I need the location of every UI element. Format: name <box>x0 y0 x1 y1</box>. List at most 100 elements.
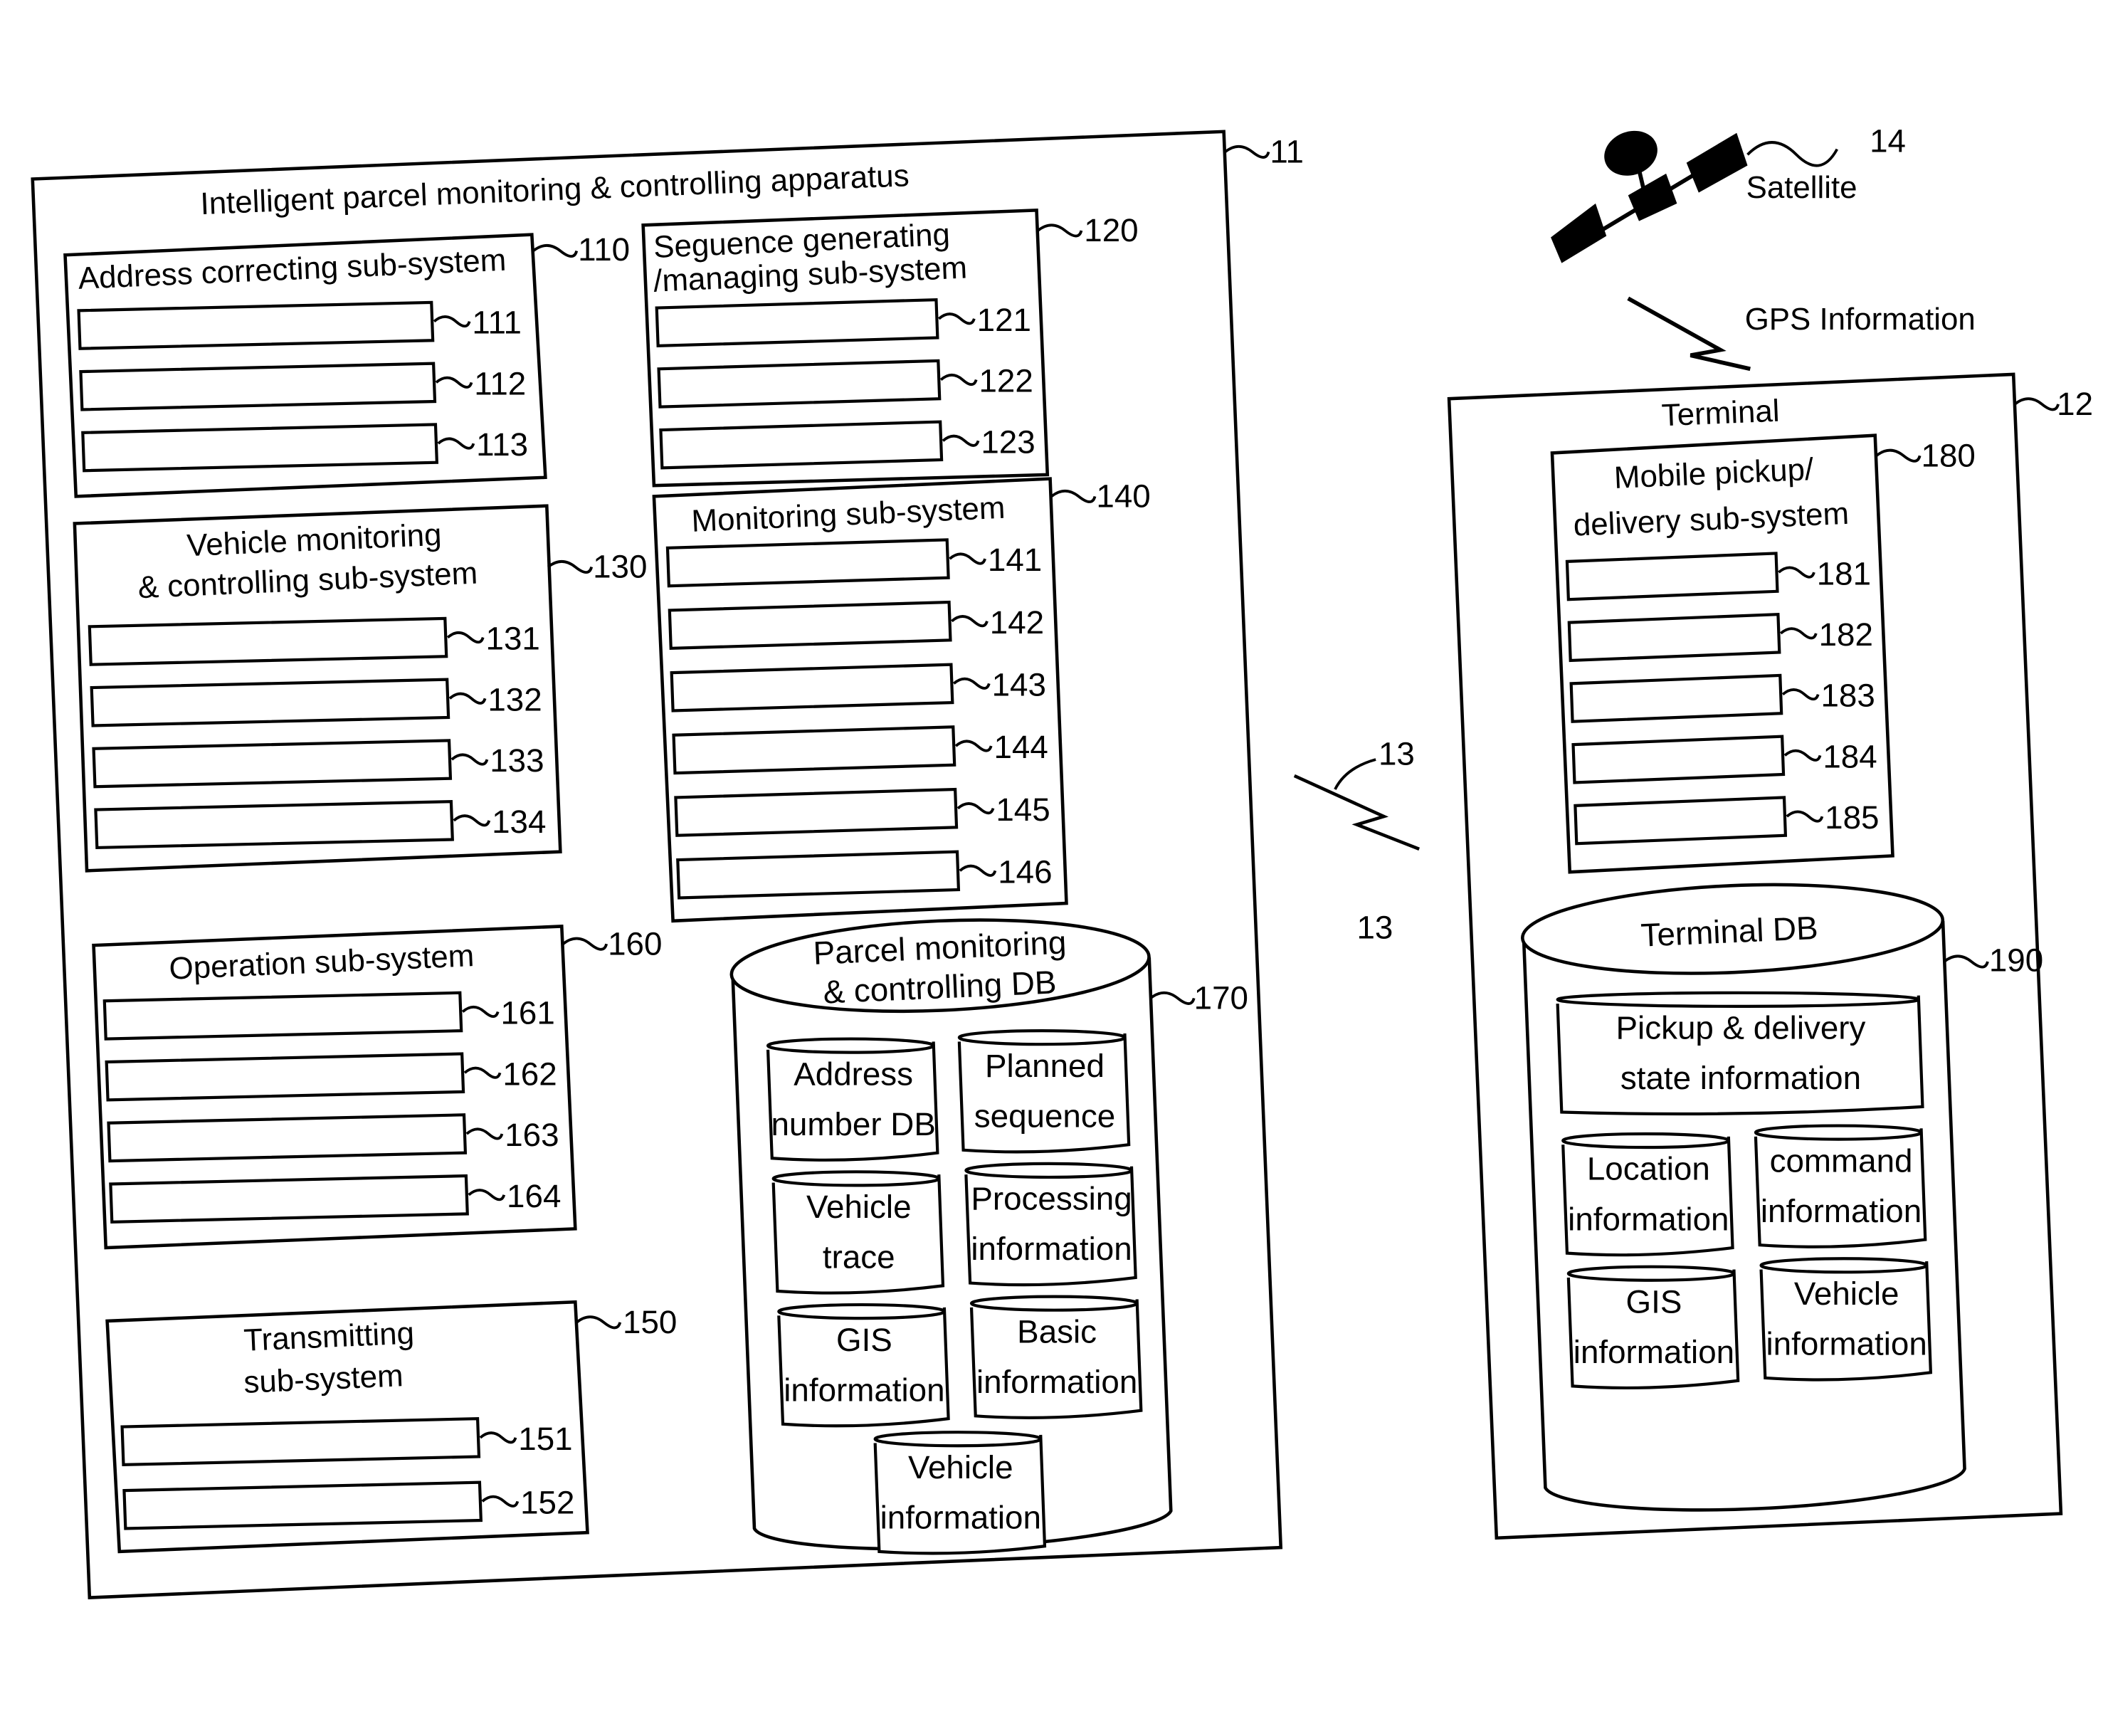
store-label: Basic <box>1017 1313 1097 1350</box>
subsystem-title-line2: sub-system <box>243 1358 404 1400</box>
module-box <box>1574 796 1788 846</box>
module-box <box>105 1052 465 1102</box>
ref-number: 120 <box>1084 212 1138 248</box>
link-label: 13 <box>1356 910 1393 946</box>
store-label: Address <box>794 1056 913 1092</box>
module-ref: 183 <box>1820 678 1875 714</box>
module-box <box>665 538 950 588</box>
store-top <box>1754 1124 1923 1141</box>
ref-number: 11 <box>1270 134 1303 170</box>
module-ref: 111 <box>472 305 522 341</box>
satellite-ref: 14 <box>1870 122 1906 159</box>
store-top <box>1566 1265 1736 1282</box>
store-label: information <box>1574 1334 1734 1370</box>
module-ref: 123 <box>981 424 1035 460</box>
ref-number: 130 <box>593 549 647 585</box>
data-store: GIS information <box>1566 1265 1740 1390</box>
leader-line <box>1224 144 1270 159</box>
module-ref: 162 <box>502 1056 557 1092</box>
data-store: GIS information <box>777 1303 950 1428</box>
module-ref: 164 <box>507 1178 561 1214</box>
store-label: sequence <box>974 1098 1115 1134</box>
terminal: Terminal 12 Mobile pickup/ delivery sub-… <box>1447 372 2093 1540</box>
store-label: number DB <box>771 1106 935 1142</box>
module-ref: 131 <box>486 621 540 657</box>
module-box <box>79 362 437 411</box>
store-label: Planned <box>985 1048 1105 1084</box>
module-ref: 113 <box>476 426 528 463</box>
store-top <box>1561 1132 1730 1150</box>
gps-label: GPS Information <box>1745 302 1976 337</box>
store-label: command <box>1770 1142 1913 1179</box>
module-ref: 145 <box>996 791 1050 828</box>
satellite: 14 Satellite GPS Information <box>1551 122 1976 372</box>
store-label: information <box>880 1499 1041 1535</box>
module-ref: 121 <box>977 302 1031 338</box>
module-box <box>102 991 463 1041</box>
terminal-title: Terminal <box>1661 394 1781 433</box>
store-top <box>1759 1257 1929 1274</box>
store-label: information <box>1568 1201 1729 1237</box>
data-store: Vehicle information <box>1759 1257 1933 1382</box>
module-box <box>120 1416 481 1467</box>
module-box <box>107 1113 468 1163</box>
gps-signal-icon <box>1627 296 1751 372</box>
data-store: Address number DB <box>766 1037 939 1162</box>
module-ref: 144 <box>993 729 1048 765</box>
db-title: Terminal DB <box>1640 910 1818 954</box>
ref-number: 170 <box>1194 980 1248 1016</box>
satellite-label: Satellite <box>1746 170 1857 205</box>
module-box <box>674 787 959 837</box>
store-top <box>969 1295 1139 1312</box>
store-label: information <box>1766 1326 1927 1362</box>
ref-number: 110 <box>578 231 630 268</box>
store-top <box>957 1029 1127 1046</box>
module-ref: 185 <box>1825 799 1879 836</box>
module-box <box>676 850 961 900</box>
leader-line <box>1334 758 1376 790</box>
module-box <box>1565 552 1779 601</box>
store-label: Processing <box>971 1181 1132 1217</box>
ref-number: 12 <box>2057 386 2093 422</box>
module-box <box>90 678 450 727</box>
data-store: Planned sequence <box>957 1029 1131 1154</box>
store-top <box>766 1037 935 1054</box>
store-top <box>873 1431 1043 1448</box>
data-store: Vehicle trace <box>771 1170 945 1295</box>
module-box <box>109 1174 469 1224</box>
module-box <box>92 739 453 789</box>
module-ref: 133 <box>490 742 544 779</box>
module-ref: 146 <box>998 853 1052 890</box>
module-box <box>88 616 448 666</box>
module-ref: 112 <box>474 366 526 402</box>
data-store: Basic information <box>969 1295 1143 1419</box>
module-ref: 151 <box>518 1421 572 1457</box>
module-ref: 181 <box>1817 555 1871 591</box>
store-label: GIS <box>836 1322 892 1358</box>
store-top <box>964 1162 1134 1179</box>
store-label: information <box>971 1231 1132 1267</box>
module-box <box>655 298 939 348</box>
store-label: GIS <box>1626 1284 1682 1320</box>
module-box <box>657 359 942 409</box>
satellite-icon <box>1551 130 1748 263</box>
subsystem-title-line1: Transmitting <box>243 1315 414 1357</box>
module-ref: 132 <box>487 681 542 717</box>
module-ref: 134 <box>492 804 546 840</box>
module-ref: 122 <box>979 363 1033 399</box>
wireless-link: 13 13 <box>1293 736 1420 946</box>
store-label: Pickup & delivery <box>1616 1010 1866 1046</box>
store-label: information <box>976 1364 1137 1400</box>
module-box <box>672 725 956 775</box>
system-diagram: Intelligent parcel monitoring & controll… <box>31 122 2093 1600</box>
module-box <box>77 300 435 350</box>
data-store: Pickup & delivery state information <box>1556 991 1924 1116</box>
module-ref: 143 <box>992 667 1046 703</box>
module-box <box>668 600 952 650</box>
store-label: Location <box>1587 1151 1710 1187</box>
module-box <box>1571 735 1786 784</box>
lightning-icon <box>1293 774 1420 851</box>
ref-number: 150 <box>623 1304 677 1340</box>
store-label: Vehicle <box>908 1449 1013 1485</box>
ref-number: 140 <box>1096 478 1150 515</box>
